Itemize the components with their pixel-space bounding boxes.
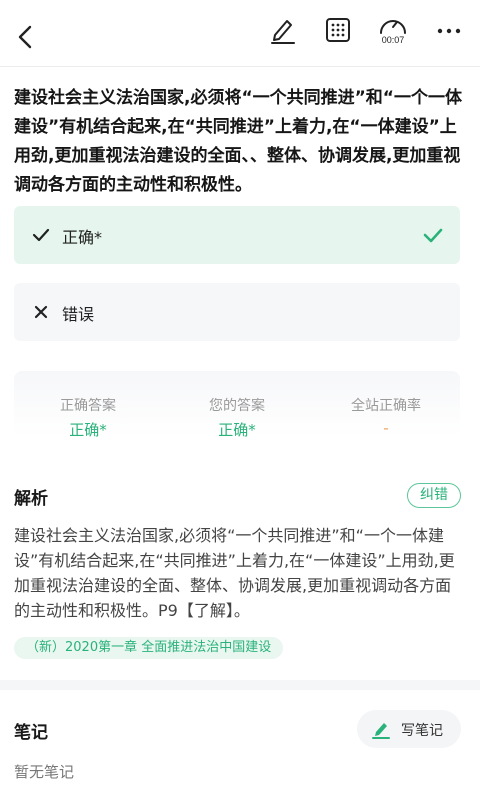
stat-value: 正确* — [218, 421, 256, 439]
stat-site-rate: 全站正确率 - — [312, 395, 460, 437]
top-bar: 00:07 — [0, 0, 480, 66]
check-icon — [32, 225, 50, 245]
report-error-button[interactable]: 纠错 — [407, 483, 461, 508]
timer[interactable]: 00:07 — [376, 14, 410, 50]
header-divider — [0, 66, 480, 67]
analysis-title: 解析 — [14, 489, 48, 509]
edit-icon[interactable] — [268, 14, 298, 46]
back-arrow-icon[interactable] — [12, 20, 40, 52]
option-correct[interactable]: 正确* — [14, 206, 460, 264]
stat-correct-answer: 正确答案 正确* — [14, 395, 162, 440]
answer-sheet-grid-icon[interactable] — [324, 14, 352, 46]
option-wrong[interactable]: 错误 — [14, 283, 460, 341]
answer-stats-panel: 正确答案 正确* 您的答案 正确* 全站正确率 - — [14, 371, 460, 440]
analysis-text: 建设社会主义法治国家,必须将“一个共同推进”和“一个一体建设”有机结合起来,在“… — [14, 526, 455, 620]
write-note-button[interactable]: 写笔记 — [357, 710, 461, 748]
section-divider — [0, 680, 480, 690]
timer-readout: 00:07 — [381, 35, 405, 45]
stat-label: 您的答案 — [209, 398, 265, 414]
option-label: 正确* — [62, 228, 103, 247]
timer-icon — [380, 20, 406, 34]
stat-label: 全站正确率 — [351, 398, 421, 414]
stat-your-answer: 您的答案 正确* — [163, 395, 311, 440]
correct-check-icon — [422, 224, 444, 246]
chapter-tag[interactable]: （新）2020第一章 全面推进法治中国建设 — [14, 637, 284, 659]
option-label: 错误 — [62, 305, 95, 324]
empty-notes-text: 暂无笔记 — [14, 763, 75, 781]
stat-label: 正确答案 — [60, 398, 116, 414]
stat-value: - — [383, 419, 389, 437]
notes-title: 笔记 — [14, 723, 48, 743]
write-note-label: 写笔记 — [401, 723, 443, 739]
stat-value: 正确* — [69, 421, 107, 439]
cross-icon — [32, 302, 50, 322]
pen-icon — [371, 719, 391, 739]
more-icon[interactable] — [434, 14, 464, 46]
question-text: 建设社会主义法治国家,必须将“一个共同推进”和“一个一体建设”有机结合起来,在“… — [14, 88, 462, 195]
